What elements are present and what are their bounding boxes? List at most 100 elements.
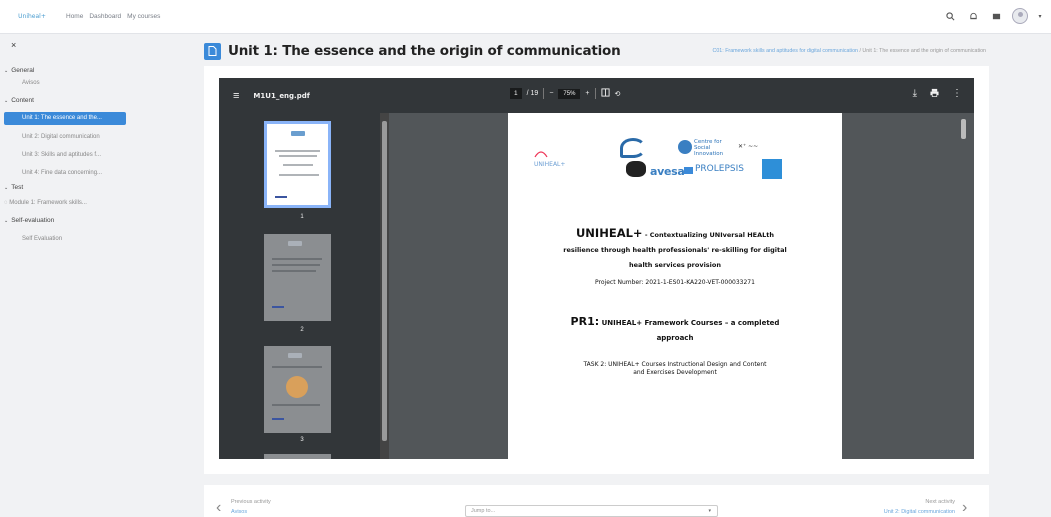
viewer-scrollbar[interactable] [959,113,968,459]
thumbnail-page-1[interactable] [264,121,331,208]
pdf-filename: M1U1_eng.pdf [253,91,310,100]
chevron-down-icon: ⌄ [4,67,9,74]
thumbnail-page-2[interactable] [264,234,331,321]
menu-icon[interactable]: ≡ [233,90,239,102]
thumb-line [272,404,320,406]
course-index-drawer: × ⌄ General Avisos ⌄ Content Unit 1: The… [0,34,132,517]
thumbnail-page-3[interactable] [264,346,331,433]
section-label: General [11,67,35,74]
pr1-heading-bold: PR1: [570,315,600,328]
divider [594,88,596,99]
search-icon[interactable] [943,9,957,23]
thumb-line [279,174,319,176]
social-innovation-logo: Centre for Social Innovation [694,139,724,157]
chevron-right-icon[interactable]: › [962,499,967,517]
divider [543,88,545,99]
thumb-line [279,155,317,157]
section-label: Self-evaluation [11,217,55,224]
previous-activity-link[interactable]: Avisos [231,509,247,515]
rotate-icon[interactable]: ⟲ [615,90,621,98]
pdf-page-controls: 1 / 19 − 75% + ⟲ [510,88,620,99]
pdf-actions: ⤓ ⋮ [913,88,962,100]
chat-icon[interactable] [989,9,1003,23]
thumb-line [275,150,320,152]
section-test[interactable]: ⌄ Test [4,184,23,191]
section-label: Content [11,97,34,104]
site-logo-text: Uniheal+ [18,13,46,20]
thumb-line [275,196,287,198]
next-activity-label: Next activity [925,499,955,505]
partner-logo-bars [762,159,782,179]
page-total: / 19 [526,90,539,97]
next-activity-link[interactable]: Unit 2: Digital communication [870,509,955,515]
nav-my-courses-link[interactable]: My courses [127,13,160,20]
sidebar-item-unit-1[interactable]: Unit 1: The essence and the... [4,112,126,125]
site-logo[interactable]: Uniheal+ [12,8,52,26]
task-text: TASK 2: UNIHEAL+ Courses Instructional D… [583,361,767,376]
thumb-line [272,270,316,272]
download-icon[interactable]: ⤓ [913,88,917,100]
zoom-input[interactable]: 75% [558,88,581,99]
section-content[interactable]: ⌄ Content [4,97,34,104]
close-drawer-icon[interactable]: × [11,40,16,50]
section-label: Test [11,184,24,191]
chevron-down-icon: ▾ [708,508,711,514]
thumb-logo [288,241,302,246]
user-avatar[interactable] [1012,8,1028,24]
nav-dashboard-link[interactable]: Dashboard [89,13,121,20]
social-innovation-logo-mark [678,140,692,154]
sidebar-item-unit-2[interactable]: Unit 2: Digital communication [4,131,126,144]
nav-home-link[interactable]: Home [66,13,83,20]
prolepsis-logo-mark [684,167,693,174]
chevron-left-icon[interactable]: ‹ [216,499,221,517]
thumb-line [272,418,284,420]
thumb-line [272,258,322,260]
fit-page-icon[interactable] [600,88,610,99]
page-number-input[interactable]: 1 [510,88,522,99]
page-title: Unit 1: The essence and the origin of co… [228,43,621,59]
pdf-toolbar: ≡ M1U1_eng.pdf 1 / 19 − 75% + ⟲ ⤓ ⋮ [219,78,974,113]
bell-icon[interactable] [966,9,980,23]
zoom-in-icon[interactable]: + [585,90,589,97]
chevron-down-icon[interactable]: ▾ [1037,9,1043,23]
previous-activity-label: Previous activity [231,499,271,505]
thumb-line [272,264,320,266]
document-title-bold: UNIHEAL+ [575,226,643,240]
more-options-icon[interactable]: ⋮ [952,88,962,100]
partner-logo [626,161,646,177]
sidebar-item-unit-3[interactable]: Unit 3: Skills and aptitudes f... [4,149,126,162]
section-self-evaluation[interactable]: ⌄ Self-evaluation [4,217,54,224]
partner-logo [620,138,646,158]
pr1-heading-rest: UNIHEAL+ Framework Courses – a completed… [599,319,780,342]
zoom-out-icon[interactable]: − [549,90,553,97]
thumbnail-page-4[interactable] [264,454,331,459]
uniheal-logo: UNIHEAL+ [534,149,565,168]
thumbnail-panel: 1 2 3 [219,113,389,459]
chevron-down-icon: ⌄ [4,184,9,191]
breadcrumb-course-link[interactable]: C01: Framework skills and aptitudes for … [713,48,858,54]
pdf-page: UNIHEAL+ Centre for Social Innovation ✕⁺… [508,113,842,459]
scrollbar-thumb[interactable] [382,121,387,441]
breadcrumb: C01: Framework skills and aptitudes for … [713,48,986,54]
sidebar-item-self-evaluation[interactable]: Self Evaluation [4,233,126,246]
scrollbar-thumb[interactable] [961,119,966,139]
prolepsis-logo: PROLEPSIS [695,164,744,174]
partner-logo-small: ✕⁺ ~~ [738,143,759,150]
thumb-line [272,306,284,308]
thumbnail-scrollbar[interactable] [380,113,389,459]
topbar-actions: ▾ [943,8,1043,24]
sidebar-item-module-1[interactable]: ◌ Module 1: Framework skills... [4,200,87,206]
section-general[interactable]: ⌄ General [4,67,34,74]
sidebar-item-label: Module 1: Framework skills... [9,200,87,206]
jump-to-placeholder: Jump to... [471,508,496,514]
thumb-logo [288,353,302,358]
sidebar-item-unit-4[interactable]: Unit 4: Fine data concerning... [4,167,126,180]
avesa-logo: avesa [650,165,685,178]
uniheal-logo-mark [534,151,548,158]
thumbnail-number: 2 [300,327,304,333]
sidebar-item-avisos[interactable]: Avisos [4,77,126,90]
page-header: Unit 1: The essence and the origin of co… [204,40,621,62]
print-icon[interactable] [930,88,939,100]
project-number: Project Number: 2021-1-ES01-KA220-VET-00… [595,279,755,286]
jump-to-select[interactable]: Jump to... ▾ [465,505,718,517]
